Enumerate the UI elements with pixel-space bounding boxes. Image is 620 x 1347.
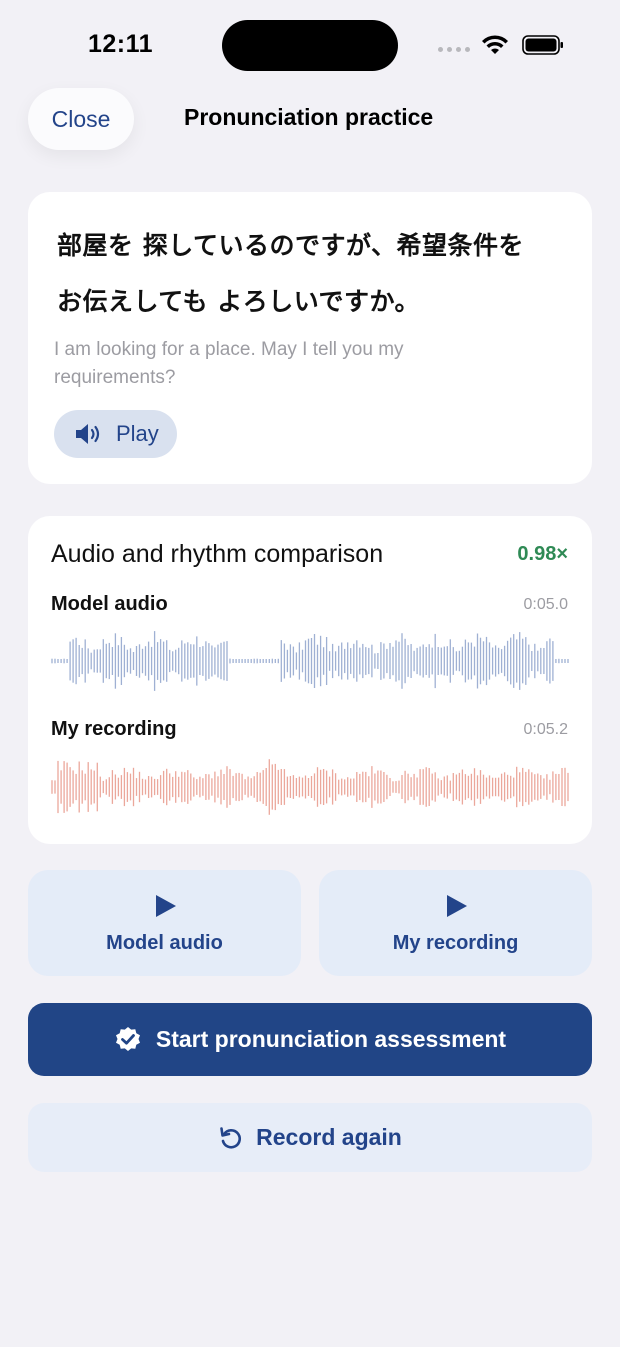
comparison-card: Audio and rhythm comparison 0.98× Model … — [28, 516, 592, 844]
battery-icon — [522, 35, 563, 55]
japanese-sentence-line-2: お伝えしても よろしいですか。 — [57, 287, 420, 316]
status-icons — [438, 34, 564, 56]
play-model-audio-label: Model audio — [106, 932, 223, 954]
my-recording-label: My recording — [51, 718, 177, 740]
play-model-audio-button[interactable]: Model audio — [28, 870, 301, 976]
start-assessment-button[interactable]: Start pronunciation assessment — [28, 1003, 592, 1076]
retry-icon — [220, 1126, 242, 1149]
model-audio-duration: 0:05.0 — [523, 596, 568, 613]
japanese-sentence-line-1: 部屋を 探しているのですが、希望条件を — [57, 231, 524, 260]
my-recording-duration: 0:05.2 — [523, 721, 568, 738]
status-time: 12:11 — [88, 30, 154, 58]
speaker-icon — [76, 424, 100, 444]
wifi-icon — [482, 35, 508, 54]
verified-badge-icon — [115, 1026, 140, 1051]
record-again-button[interactable]: Record again — [28, 1103, 592, 1172]
translation-text: I am looking for a place. May I tell you… — [54, 339, 404, 388]
model-audio-label: Model audio — [51, 593, 168, 615]
cellular-signal-icon — [438, 46, 470, 52]
record-again-label: Record again — [256, 1124, 402, 1150]
comparison-title: Audio and rhythm comparison — [51, 540, 384, 568]
play-sentence-button[interactable]: Play — [54, 410, 177, 458]
model-audio-waveform — [51, 631, 569, 691]
my-recording-waveform — [51, 759, 569, 815]
play-icon — [156, 895, 176, 917]
dynamic-island — [222, 20, 398, 71]
tempo-ratio: 0.98× — [517, 543, 568, 565]
play-my-recording-button[interactable]: My recording — [319, 870, 592, 976]
sentence-card: 部屋を 探しているのですが、希望条件を お伝えしても よろしいですか。 I am… — [28, 192, 592, 484]
play-my-recording-label: My recording — [392, 932, 519, 954]
page-title: Pronunciation practice — [184, 104, 434, 130]
play-icon — [447, 895, 467, 917]
close-button[interactable]: Close — [28, 88, 134, 150]
play-label: Play — [116, 421, 159, 446]
start-assessment-label: Start pronunciation assessment — [155, 1026, 507, 1052]
